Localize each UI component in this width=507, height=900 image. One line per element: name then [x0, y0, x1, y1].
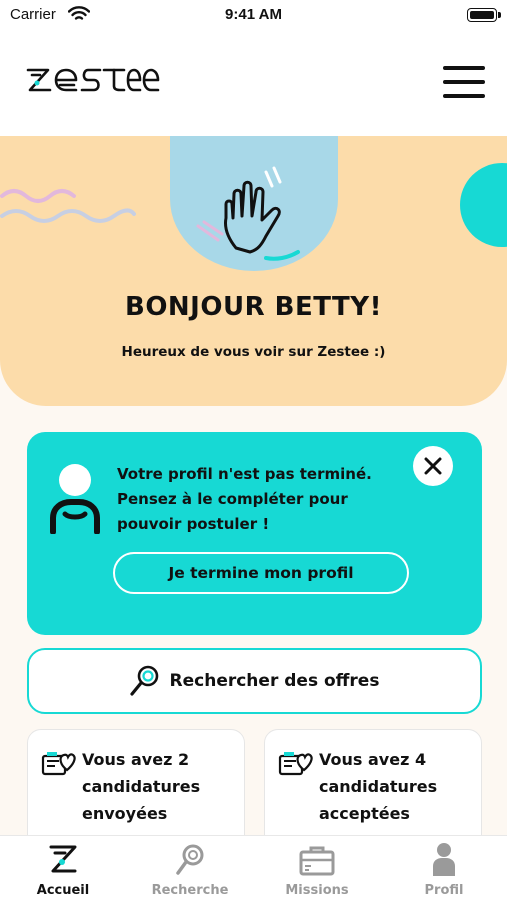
bottom-tab-bar: Accueil Recherche Missions Profil [0, 835, 507, 900]
battery-icon [467, 8, 501, 22]
tab-missions[interactable]: Missions [254, 836, 380, 900]
search-offers-button[interactable]: Rechercher des offres [27, 648, 482, 714]
tab-label: Recherche [151, 883, 229, 898]
search-icon [129, 665, 158, 696]
tab-recherche[interactable]: Recherche [127, 836, 253, 900]
complete-profile-button[interactable]: Je termine mon profil [113, 552, 409, 594]
welcome-title: BONJOUR BETTY! [125, 292, 382, 322]
accepted-applications-text: Vous avez 4 candidatures acceptées [319, 750, 438, 823]
teal-circle-decoration [460, 163, 507, 247]
profile-message: Votre profil n'est pas terminé. Pensez à… [117, 465, 372, 533]
tab-label: Accueil [36, 883, 90, 898]
search-offers-label: Rechercher des offres [169, 671, 380, 691]
tab-label: Missions [285, 883, 349, 898]
tab-profil[interactable]: Profil [381, 836, 507, 900]
app-header [0, 32, 507, 136]
close-icon [424, 457, 442, 475]
hamburger-menu-icon[interactable] [443, 66, 485, 98]
zestee-logo[interactable] [26, 66, 160, 98]
incomplete-profile-card: Votre profil n'est pas terminé. Pensez à… [27, 432, 482, 635]
home-z-icon [49, 845, 77, 873]
welcome-subtitle: Heureux de vous voir sur Zestee :) [121, 344, 386, 360]
search-icon [176, 844, 204, 875]
sent-applications-card[interactable]: Vous avez 2 candidatures envoyées [27, 729, 245, 849]
status-bar: Carrier 9:41 AM [0, 0, 507, 32]
waving-hand-icon [196, 166, 300, 261]
profile-avatar-icon [50, 464, 100, 534]
applications-icon [278, 752, 313, 776]
squiggle-decoration [0, 189, 136, 223]
welcome-banner: BONJOUR BETTY! Heureux de vous voir sur … [0, 136, 507, 406]
clock: 9:41 AM [225, 6, 282, 23]
close-button[interactable] [413, 446, 453, 486]
accepted-applications-card[interactable]: Vous avez 4 candidatures acceptées [264, 729, 482, 849]
profile-icon [433, 843, 455, 876]
briefcase-icon [299, 846, 335, 876]
sent-applications-text: Vous avez 2 candidatures envoyées [82, 750, 201, 823]
tab-label: Profil [424, 883, 464, 898]
tab-accueil[interactable]: Accueil [0, 836, 126, 900]
applications-icon [41, 752, 76, 776]
